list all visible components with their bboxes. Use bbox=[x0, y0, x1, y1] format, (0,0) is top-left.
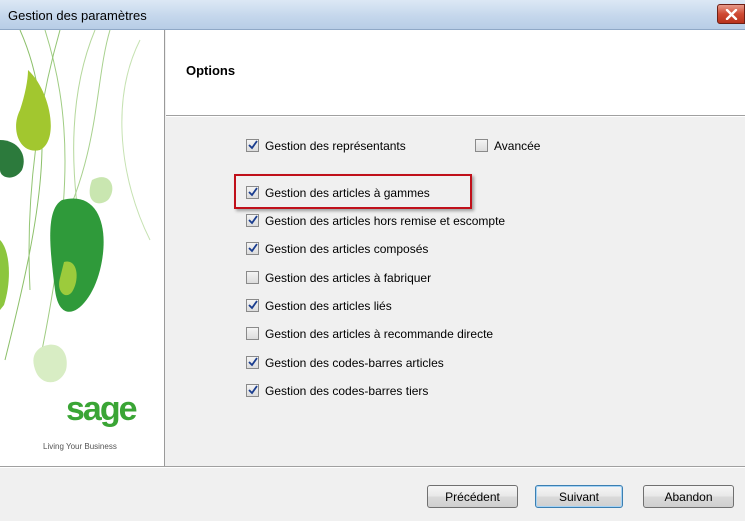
checkbox-label: Gestion des articles hors remise et esco… bbox=[265, 214, 506, 228]
cancel-button[interactable]: Abandon bbox=[643, 485, 734, 508]
next-button[interactable]: Suivant bbox=[535, 485, 623, 508]
title-bar: Gestion des paramètres bbox=[0, 0, 745, 30]
checkbox-box[interactable] bbox=[246, 271, 259, 284]
checkbox-box[interactable] bbox=[246, 299, 259, 312]
wizard-window: Gestion des paramètres sage Living Your … bbox=[0, 0, 745, 521]
options-panel: Gestion des représentants Avancée Gestio… bbox=[166, 117, 745, 466]
checkbox-label: Gestion des articles à fabriquer bbox=[265, 271, 432, 285]
close-icon bbox=[725, 9, 738, 20]
checkmark-icon bbox=[248, 300, 258, 310]
checkbox-box[interactable] bbox=[246, 214, 259, 227]
checkbox-box[interactable] bbox=[246, 139, 259, 152]
checkbox-box[interactable] bbox=[475, 139, 488, 152]
previous-button[interactable]: Précédent bbox=[427, 485, 518, 508]
checkmark-icon bbox=[248, 215, 258, 225]
checkbox-box[interactable] bbox=[246, 242, 259, 255]
checkbox-label: Avancée bbox=[494, 139, 541, 153]
checkbox-box[interactable] bbox=[246, 384, 259, 397]
checkmark-icon bbox=[248, 140, 258, 150]
checkbox-label: Gestion des articles composés bbox=[265, 242, 429, 256]
highlight-annotation bbox=[234, 174, 472, 209]
page-title: Options bbox=[186, 63, 236, 78]
page-header: Options bbox=[166, 30, 745, 115]
checkbox-label: Gestion des articles liés bbox=[265, 299, 392, 313]
checkmark-icon bbox=[248, 357, 258, 367]
sage-logo: sage bbox=[66, 390, 137, 428]
checkmark-icon bbox=[248, 243, 258, 253]
checkbox-label: Gestion des codes-barres tiers bbox=[265, 384, 429, 398]
checkbox-box[interactable] bbox=[246, 327, 259, 340]
checkbox-label: Gestion des représentants bbox=[265, 139, 406, 153]
window-title: Gestion des paramètres bbox=[8, 8, 147, 23]
branding-panel: sage Living Your Business bbox=[0, 30, 165, 466]
checkbox-box[interactable] bbox=[246, 356, 259, 369]
checkbox-label: Gestion des articles à recommande direct… bbox=[265, 327, 494, 341]
footer-divider bbox=[0, 466, 745, 468]
checkbox-label: Gestion des codes-barres articles bbox=[265, 356, 444, 370]
brand-tagline: Living Your Business bbox=[43, 442, 117, 451]
checkmark-icon bbox=[248, 385, 258, 395]
close-button[interactable] bbox=[717, 4, 745, 24]
